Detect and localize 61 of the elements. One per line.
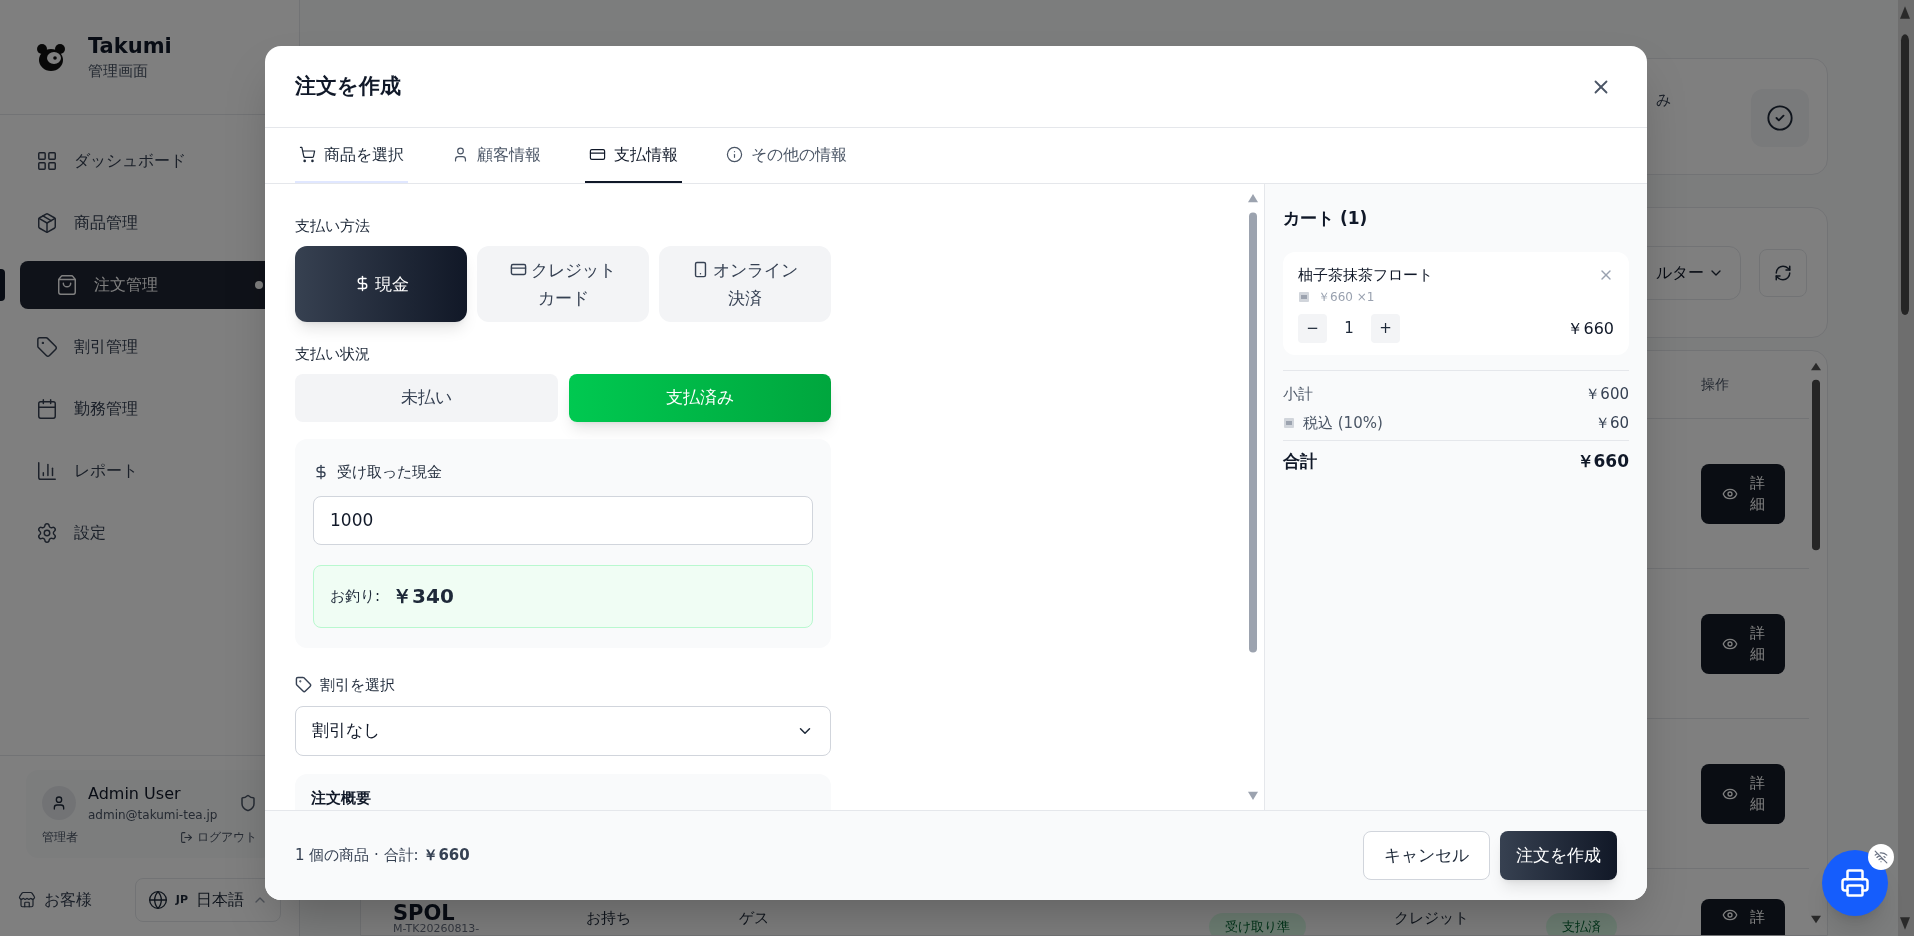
increase-button[interactable]: + — [1371, 314, 1400, 343]
table-cell-text: クレジット — [1394, 908, 1470, 929]
user-email: admin@takumi-tea.jp — [88, 807, 219, 824]
change-amount: ￥340 — [392, 583, 454, 610]
detail-button[interactable]: 詳細 — [1701, 463, 1785, 524]
change-label: お釣り: — [330, 585, 381, 607]
payment-badge: 支払済 — [1546, 913, 1617, 935]
section-label: 支払い状況 — [295, 344, 371, 364]
cart-title: カート (1) — [1283, 207, 1369, 230]
tab[interactable]: 支払情報 — [585, 128, 682, 183]
payment-status-option[interactable]: 支払済み — [568, 374, 831, 422]
customer-link[interactable]: お客様 — [18, 888, 123, 912]
total-amount: ￥660 — [1576, 450, 1629, 473]
decrease-button[interactable]: − — [1298, 314, 1327, 343]
item-unit-price: ￥660 ×1 — [1318, 289, 1375, 306]
tax-amount: ￥60 — [1594, 412, 1629, 434]
user-role: 管理者 — [42, 829, 78, 846]
cancel-button[interactable]: キャンセル — [1363, 831, 1490, 880]
tab[interactable]: 商品を選択 — [295, 128, 408, 183]
payment-status-option[interactable]: 未払い — [295, 374, 558, 422]
table-cell-text: お持ち — [586, 909, 632, 927]
tab[interactable]: 顧客情報 — [448, 128, 545, 183]
payment-method-option[interactable]: クレジットカード — [477, 246, 649, 322]
nav-item[interactable]: 設定 — [20, 509, 279, 557]
field-label: 割引を選択 — [320, 674, 395, 696]
status-badge: 受け取り準 — [1209, 913, 1306, 935]
section-label: 支払い方法 — [295, 216, 371, 236]
nav-item[interactable]: レポート — [20, 447, 279, 495]
column-header: 操作 — [1701, 375, 1729, 394]
payment-method-option[interactable]: 現金 — [295, 246, 467, 322]
total-label: 合計 — [1283, 450, 1317, 473]
nav-item[interactable]: 商品管理 — [20, 199, 279, 247]
subtotal-amount: ￥600 — [1585, 384, 1629, 405]
user-name: Admin User — [88, 783, 182, 805]
table-cell-text: ゲス — [739, 909, 770, 927]
brand-subtitle: 管理画面 — [88, 60, 149, 82]
discount-select[interactable]: 割引なし — [295, 706, 831, 756]
create-order-button[interactable]: 注文を作成 — [1500, 831, 1617, 880]
detail-button[interactable]: 詳細 — [1701, 613, 1785, 674]
field-label: 受け取った現金 — [337, 462, 442, 483]
item-total: ￥660 — [1567, 317, 1614, 340]
cash-input[interactable]: 1000 — [313, 495, 813, 545]
footer-summary: 1 個の商品 · 合計: ￥660 — [295, 845, 470, 867]
item-name: 柚子茶抹茶フロート — [1298, 264, 1433, 286]
nav-item[interactable]: 割引管理 — [20, 323, 279, 371]
order-number: M-TK20260813- — [393, 923, 481, 935]
subtotal-label: 小計 — [1283, 384, 1313, 405]
detail-button[interactable]: 詳 — [1701, 899, 1785, 935]
dialog-title: 注文を作成 — [295, 72, 401, 100]
nav-item[interactable]: 勤務管理 — [20, 385, 279, 433]
summary-title: 注文概要 — [311, 789, 371, 807]
nav-item[interactable]: ダッシュボード — [20, 137, 279, 185]
card-text: み — [1656, 90, 1671, 111]
logout-link[interactable]: ログアウト — [180, 828, 257, 846]
brand-name: Takumi — [88, 32, 172, 60]
payment-method-option[interactable]: オンライン決済 — [659, 246, 831, 322]
order-name: SPOL — [393, 903, 455, 923]
tax-label: 税込 (10%) — [1303, 412, 1383, 434]
item-quantity: 1 — [1343, 318, 1355, 340]
tab[interactable]: その他の情報 — [722, 128, 851, 183]
detail-button[interactable]: 詳細 — [1701, 763, 1785, 824]
